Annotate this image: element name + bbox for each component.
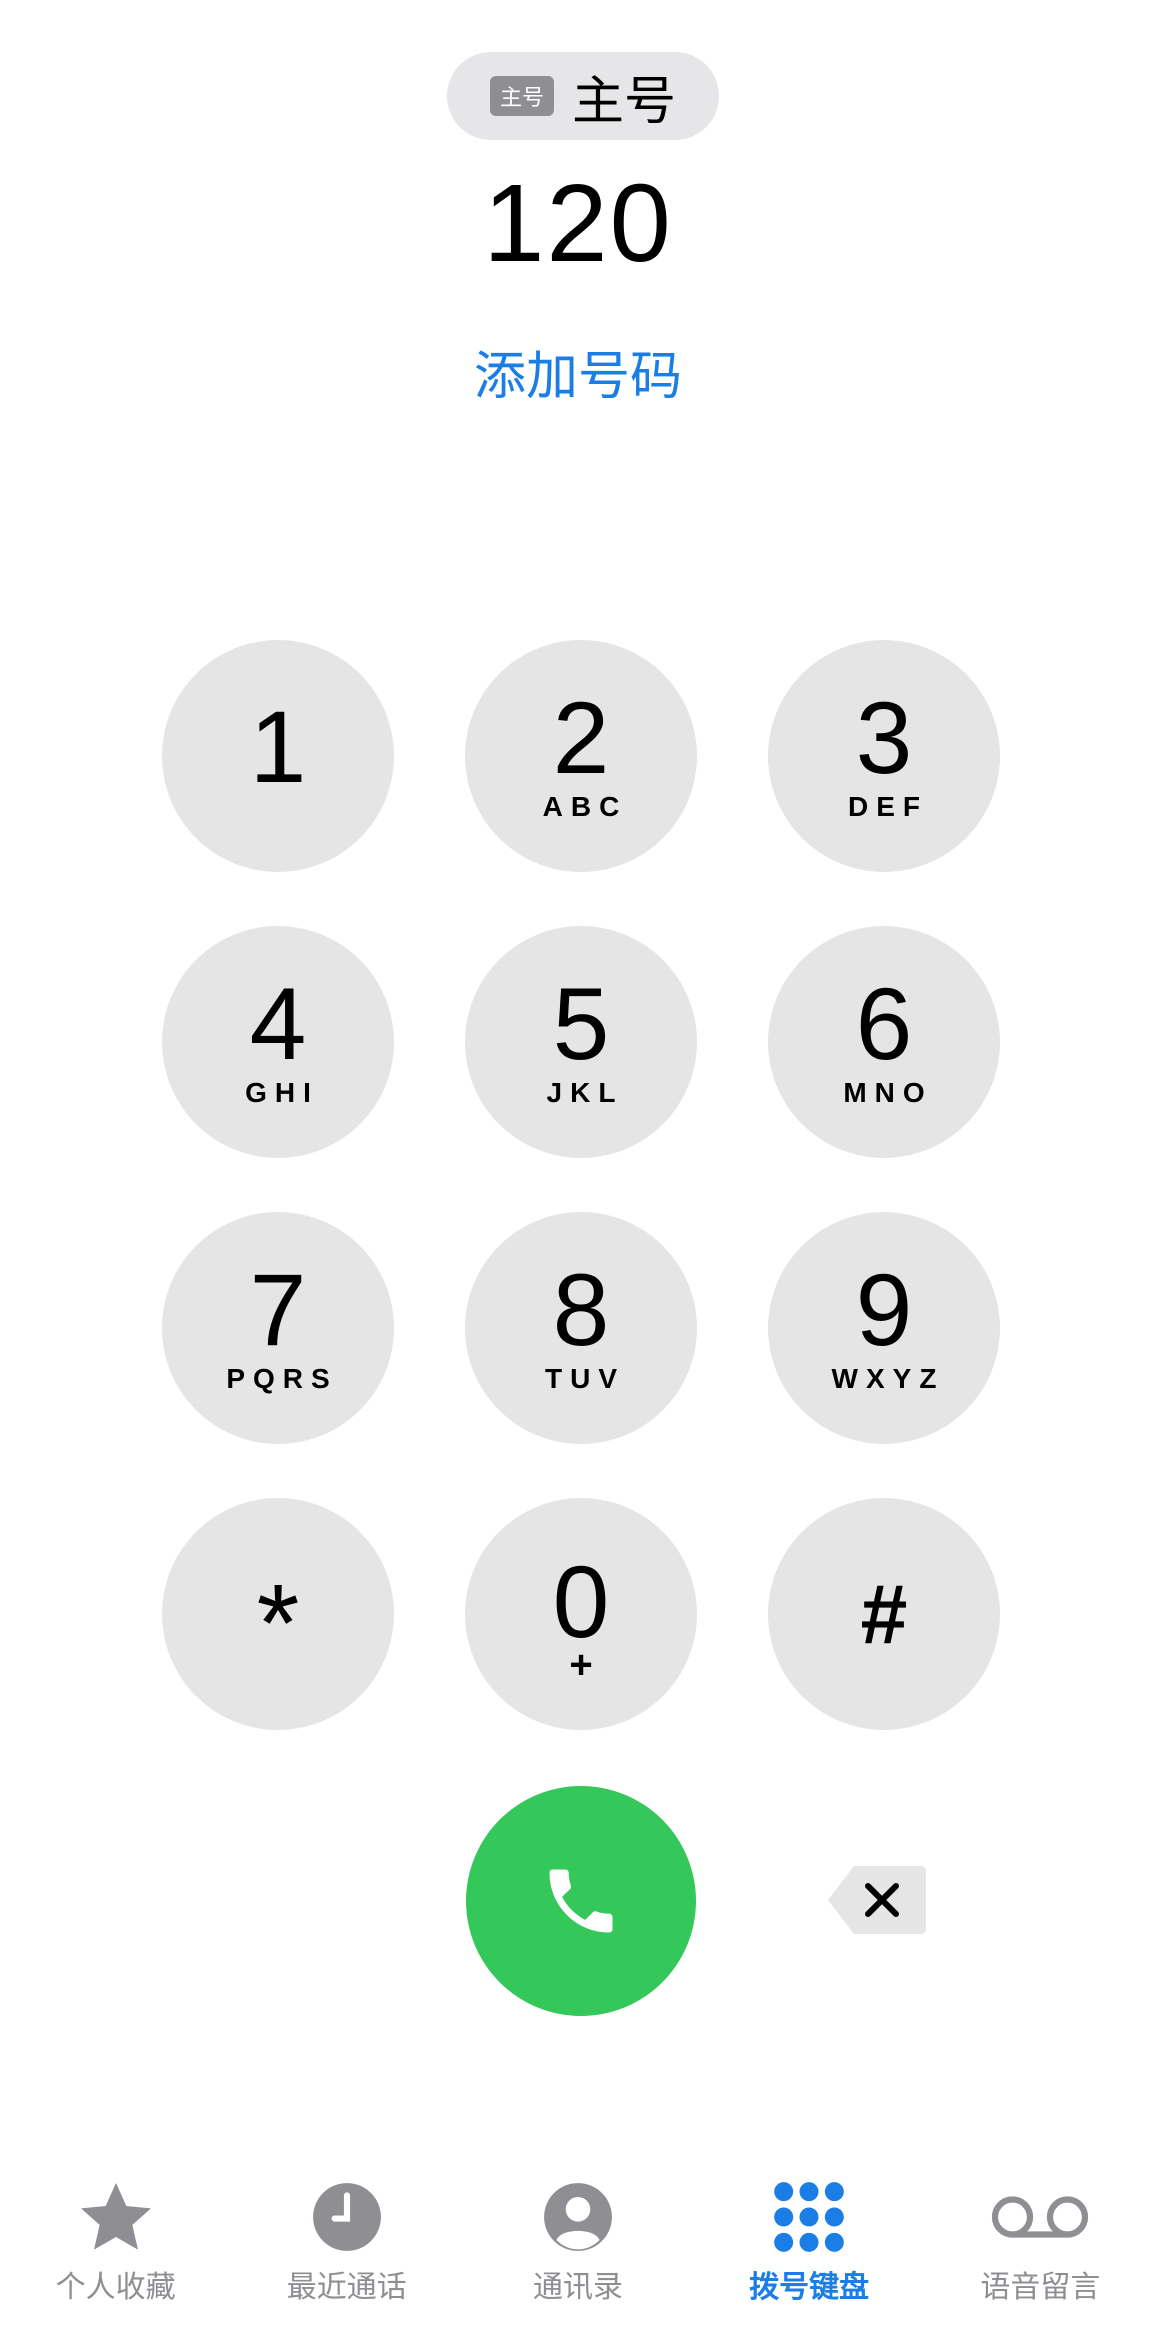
dialed-number: 120 xyxy=(483,162,673,285)
key-digit: 6 xyxy=(855,967,913,1081)
key-digit: 2 xyxy=(552,681,610,795)
backspace-icon xyxy=(828,1866,926,1934)
star-icon xyxy=(80,2183,151,2250)
clock-icon xyxy=(312,2183,381,2251)
key-letters: WXYZ xyxy=(831,1363,945,1394)
key-letters: GHI xyxy=(245,1077,319,1108)
key-letters: PQRS xyxy=(226,1363,338,1394)
key-digit: 9 xyxy=(855,1253,913,1367)
key-digit: 3 xyxy=(855,681,913,795)
key-letters: DEF xyxy=(848,791,928,822)
key-digit: 7 xyxy=(249,1253,307,1367)
key-5[interactable]: 5 JKL xyxy=(465,926,697,1158)
phone-icon xyxy=(549,1869,613,1933)
line-badge: 主号 xyxy=(489,76,554,116)
tab-label: 拨号键盘 xyxy=(749,2270,870,2305)
key-3[interactable]: 3 DEF xyxy=(768,640,1000,872)
key-digit: 5 xyxy=(552,967,610,1081)
tab-bar: 个人收藏 最近通话 通讯录 拨号键盘 语音留言 xyxy=(0,2160,1156,2332)
key-letters: JKL xyxy=(546,1077,624,1108)
key-2[interactable]: 2 ABC xyxy=(465,640,697,872)
tab-keypad[interactable]: 拨号键盘 xyxy=(704,2160,914,2332)
key-star[interactable]: * xyxy=(162,1498,394,1730)
tab-label: 最近通话 xyxy=(286,2270,407,2305)
contact-icon xyxy=(544,2183,612,2251)
voicemail-icon xyxy=(992,2196,1089,2238)
key-1[interactable]: 1 xyxy=(162,640,394,872)
key-letters: MNO xyxy=(843,1077,933,1108)
key-7[interactable]: 7 PQRS xyxy=(162,1212,394,1444)
tab-label: 个人收藏 xyxy=(55,2270,176,2305)
key-digit: # xyxy=(860,1567,908,1661)
tab-label: 通讯录 xyxy=(532,2270,623,2305)
delete-button[interactable] xyxy=(826,1862,930,1938)
key-9[interactable]: 9 WXYZ xyxy=(768,1212,1000,1444)
line-selector[interactable]: 主号 主号 xyxy=(447,52,719,140)
key-digit: 4 xyxy=(249,967,307,1081)
key-6[interactable]: 6 MNO xyxy=(768,926,1000,1158)
key-digit: 1 xyxy=(249,690,307,804)
tab-label: 语音留言 xyxy=(980,2270,1101,2305)
add-number-link[interactable]: 添加号码 xyxy=(0,334,1156,409)
key-4[interactable]: 4 GHI xyxy=(162,926,394,1158)
key-letters: + xyxy=(569,1643,593,1687)
key-hash[interactable]: # xyxy=(768,1498,1000,1730)
key-letters: TUV xyxy=(545,1363,625,1394)
tab-recents[interactable]: 最近通话 xyxy=(242,2160,452,2332)
key-digit: * xyxy=(256,1562,300,1685)
key-8[interactable]: 8 TUV xyxy=(465,1212,697,1444)
tab-voicemail[interactable]: 语音留言 xyxy=(935,2160,1145,2332)
line-label: 主号 xyxy=(572,71,677,132)
key-letters: ABC xyxy=(542,791,628,822)
tab-favorites[interactable]: 个人收藏 xyxy=(11,2160,221,2332)
key-digit: 0 xyxy=(552,1545,610,1659)
tab-contacts[interactable]: 通讯录 xyxy=(473,2160,683,2332)
key-digit: 8 xyxy=(552,1253,610,1367)
key-0[interactable]: 0 + xyxy=(465,1498,697,1730)
call-button[interactable] xyxy=(466,1786,696,2016)
keypad-icon xyxy=(774,2182,844,2252)
